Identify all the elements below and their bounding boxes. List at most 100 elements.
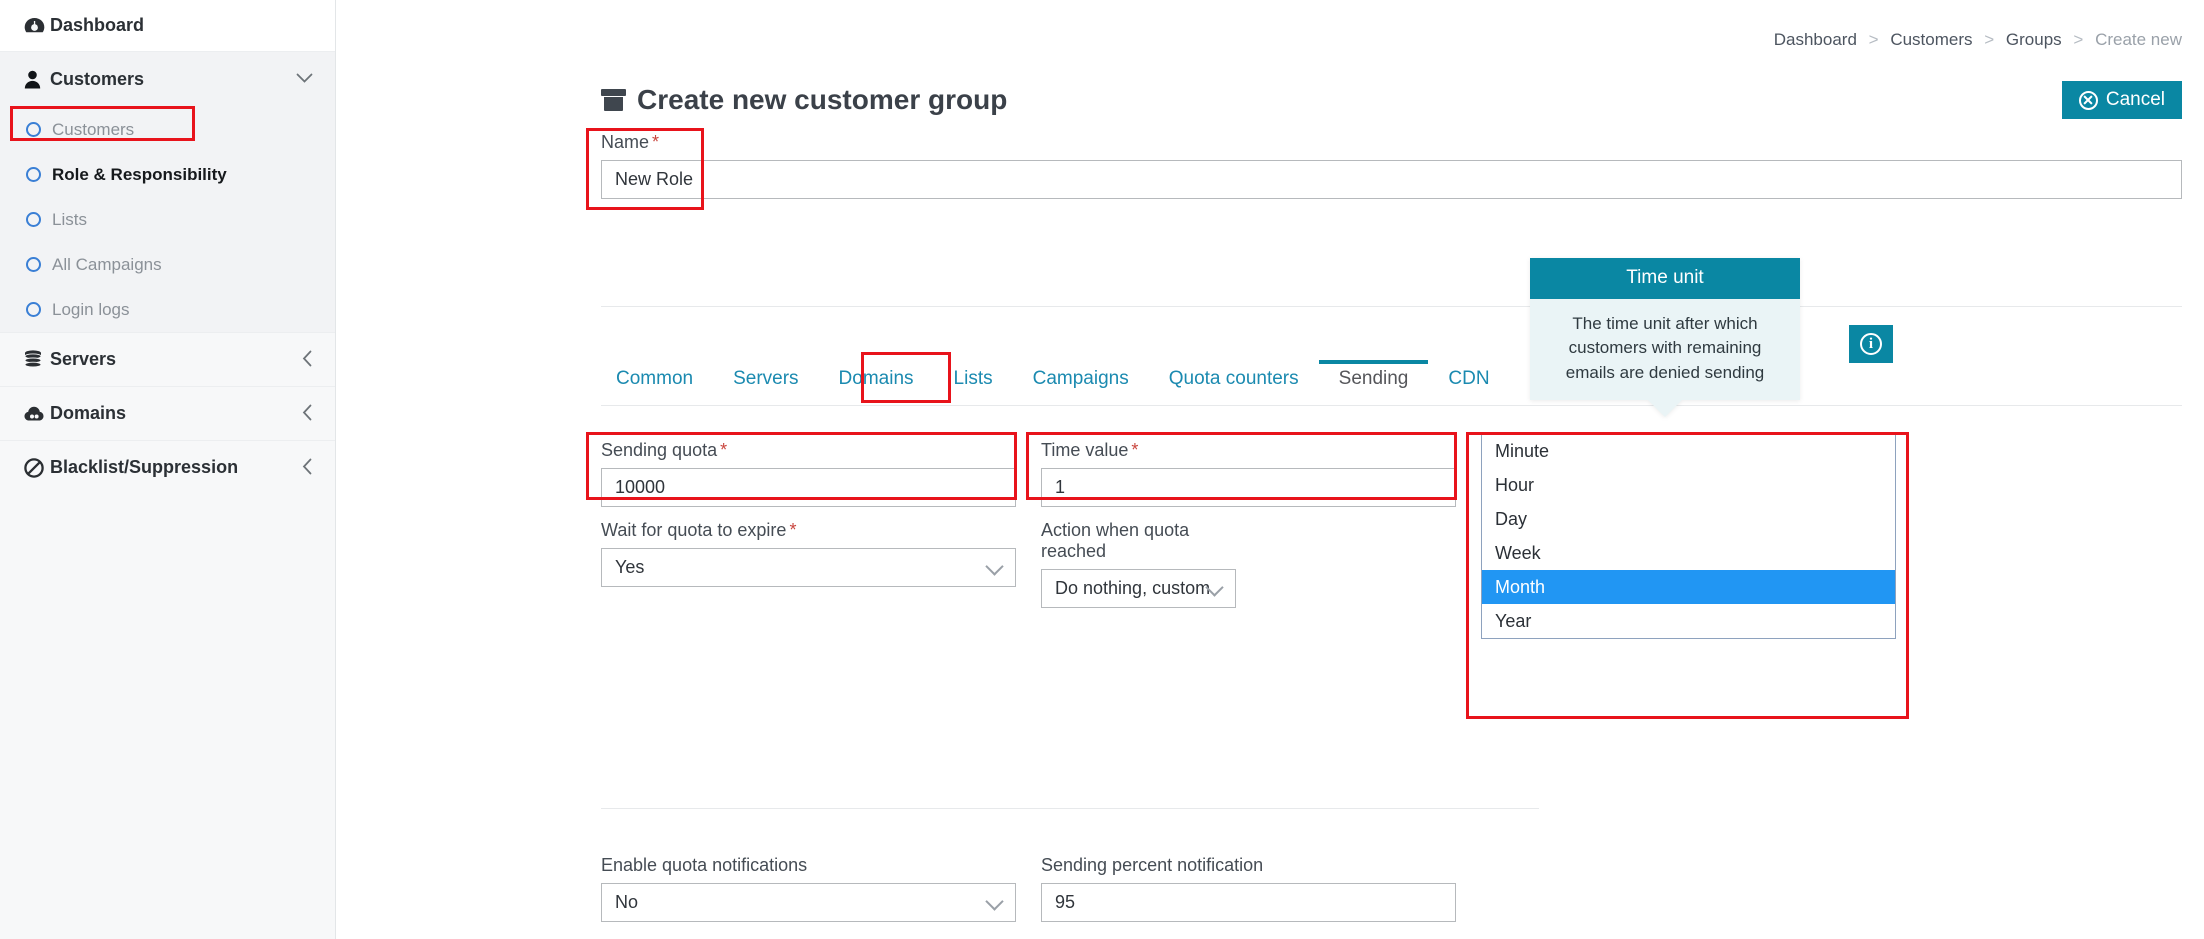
sidebar-item-label: Role & Responsibility (52, 164, 227, 184)
chevron-down-icon[interactable] (296, 72, 313, 87)
chevron-left-icon[interactable] (302, 350, 313, 370)
divider-above-notifications (601, 808, 1539, 809)
chevron-down-icon (985, 891, 1004, 911)
main-content: Dashboard > Customers > Groups > Create … (336, 0, 2204, 939)
enable-quota-notifications-selected-value: No (615, 892, 639, 912)
chevron-down-icon (985, 556, 1004, 576)
database-icon (24, 350, 50, 369)
name-field-group: Name * (601, 132, 2182, 199)
sidebar: Dashboard Customers Customers Role & Res… (0, 0, 336, 939)
tab-servers[interactable]: Servers (713, 360, 818, 402)
name-label-text: Name (601, 132, 650, 152)
enable-quota-notifications-label: Enable quota notifications (601, 855, 808, 875)
wait-for-quota-selected-value: Yes (615, 557, 645, 577)
dashboard-icon (24, 17, 50, 35)
tooltip-body: The time unit after which customers with… (1530, 298, 1800, 400)
page-title-text: Create new customer group (637, 84, 1008, 115)
time-unit-dropdown-list[interactable]: Minute Hour Day Week Month Year (1481, 434, 1896, 639)
tab-quota-counters[interactable]: Quota counters (1149, 360, 1319, 402)
sending-percent-notification-input[interactable] (1041, 883, 1456, 922)
wait-for-quota-select[interactable]: Yes (601, 548, 1016, 587)
breadcrumb-item-groups[interactable]: Groups (2006, 30, 2062, 49)
required-marker: * (789, 520, 797, 540)
circle-icon (26, 302, 52, 317)
sidebar-item-label: Login logs (52, 299, 130, 319)
sidebar-item-domains[interactable]: Domains (0, 386, 335, 440)
tooltip-title: Time unit (1530, 258, 1800, 299)
required-marker: * (720, 440, 728, 460)
dropdown-option-day[interactable]: Day (1482, 502, 1895, 536)
circle-icon (26, 167, 52, 182)
dropdown-option-minute[interactable]: Minute (1482, 434, 1895, 468)
sidebar-item-blacklist-suppression[interactable]: Blacklist/Suppression (0, 440, 335, 494)
breadcrumb: Dashboard > Customers > Groups > Create … (1774, 30, 2182, 50)
tab-cdn[interactable]: CDN (1428, 360, 1509, 402)
sidebar-item-label: Customers (50, 69, 145, 89)
time-unit-tooltip: Time unit The time unit after which cust… (1530, 258, 1800, 417)
action-when-quota-select[interactable]: Do nothing, custom (1041, 569, 1236, 608)
dropdown-option-week[interactable]: Week (1482, 536, 1895, 570)
sidebar-item-customers-group[interactable]: Customers (0, 52, 335, 107)
chevron-left-icon[interactable] (302, 458, 313, 478)
sending-percent-notification-label: Sending percent notification (1041, 855, 1264, 875)
tab-campaigns[interactable]: Campaigns (1013, 360, 1149, 402)
action-when-quota-group: Action when quota reached Do nothing, cu… (1041, 520, 1456, 608)
circle-icon (26, 257, 52, 272)
breadcrumb-separator: > (1868, 30, 1879, 49)
name-label: Name * (601, 132, 659, 152)
divider-below-tabs (601, 405, 2182, 406)
time-value-group: Time value * (1041, 440, 1456, 507)
cloud-icon (24, 406, 50, 422)
sending-quota-label: Sending quota * (601, 440, 727, 460)
sidebar-item-label: Blacklist/Suppression (50, 457, 239, 477)
name-input[interactable] (601, 160, 2182, 199)
dropdown-option-hour[interactable]: Hour (1482, 468, 1895, 502)
dropdown-option-year[interactable]: Year (1482, 604, 1895, 638)
tab-bar: Common Servers Domains Lists Campaigns Q… (601, 360, 1510, 402)
time-value-input[interactable] (1041, 468, 1456, 507)
sidebar-item-label: Dashboard (50, 15, 145, 35)
info-button[interactable]: i (1849, 325, 1893, 363)
enable-quota-notifications-select[interactable]: No (601, 883, 1016, 922)
info-icon: i (1860, 333, 1882, 355)
required-marker: * (1131, 440, 1139, 460)
tab-domains[interactable]: Domains (819, 360, 934, 402)
dropdown-option-month[interactable]: Month (1482, 570, 1895, 604)
cancel-button[interactable]: Cancel (2061, 81, 2182, 119)
sidebar-item-label: Servers (50, 349, 117, 369)
divider-above-tabs (601, 306, 2182, 307)
tab-sending[interactable]: Sending (1318, 360, 1429, 402)
wait-for-quota-label: Wait for quota to expire * (601, 520, 796, 540)
cancel-button-label: Cancel (2105, 89, 2165, 110)
sidebar-item-label: All Campaigns (52, 254, 162, 274)
sending-percent-notification-group: Sending percent notification (1041, 855, 1456, 922)
sending-quota-input[interactable] (601, 468, 1016, 507)
breadcrumb-item-dashboard[interactable]: Dashboard (1774, 30, 1857, 49)
required-marker: * (652, 132, 660, 152)
action-when-quota-selected-value: Do nothing, custom (1055, 578, 1211, 598)
tab-lists[interactable]: Lists (934, 360, 1013, 402)
tab-common[interactable]: Common (601, 360, 713, 402)
sidebar-item-dashboard[interactable]: Dashboard (0, 0, 335, 52)
sidebar-item-all-campaigns[interactable]: All Campaigns (0, 242, 335, 287)
wait-for-quota-group: Wait for quota to expire * Yes (601, 520, 1016, 587)
page-title: Create new customer group (601, 84, 1007, 116)
cancel-circle-icon (2078, 90, 2098, 110)
sidebar-item-role-and-responsibility[interactable]: Role & Responsibility (0, 152, 335, 197)
chevron-left-icon[interactable] (302, 404, 313, 424)
enable-quota-notifications-group: Enable quota notifications No (601, 855, 1016, 922)
breadcrumb-item-current: Create new (2095, 30, 2182, 49)
action-when-quota-label: Action when quota reached (1041, 520, 1456, 562)
sidebar-item-label: Domains (50, 403, 127, 423)
sidebar-item-lists[interactable]: Lists (0, 197, 335, 242)
archive-box-icon (601, 89, 626, 111)
breadcrumb-item-customers[interactable]: Customers (1890, 30, 1972, 49)
sidebar-item-customers[interactable]: Customers (0, 107, 335, 152)
tooltip-arrow-icon (1648, 399, 1682, 417)
time-value-label: Time value * (1041, 440, 1138, 460)
sidebar-item-login-logs[interactable]: Login logs (0, 287, 335, 332)
sending-quota-group: Sending quota * (601, 440, 1016, 507)
action-when-quota-label-line1: Action when quota (1041, 520, 1190, 540)
sidebar-item-servers[interactable]: Servers (0, 332, 335, 386)
wait-for-quota-label-text: Wait for quota to expire (601, 520, 787, 540)
